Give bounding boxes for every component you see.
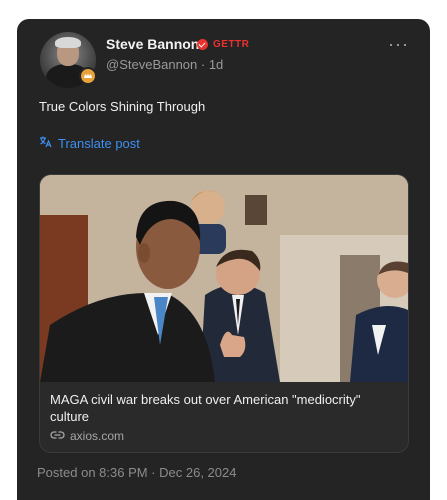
link-preview-domain[interactable]: axios.com [50,429,124,443]
link-icon [50,429,65,443]
translate-label: Translate post [58,135,140,151]
author-name[interactable]: Steve Bannon [106,36,199,52]
post-text: True Colors Shining Through [39,99,206,114]
platform-tag: GETTR [213,39,250,50]
link-preview-image [40,175,408,382]
post-card: Steve Bannon GETTR @SteveBannon · 1d ···… [17,19,430,500]
member-badge-icon [79,67,97,85]
link-preview-card[interactable]: MAGA civil war breaks out over American … [39,174,409,453]
link-preview-title[interactable]: MAGA civil war breaks out over American … [50,391,395,425]
verified-check-icon [197,39,208,50]
more-options-icon[interactable]: ··· [388,35,409,53]
posted-timestamp: Posted on 8:36 PM · Dec 26, 2024 [37,465,237,480]
translate-icon [39,135,52,151]
link-domain-text: axios.com [70,429,125,443]
author-handle[interactable]: @SteveBannon · 1d [106,57,223,72]
translate-button[interactable]: Translate post [39,135,140,151]
